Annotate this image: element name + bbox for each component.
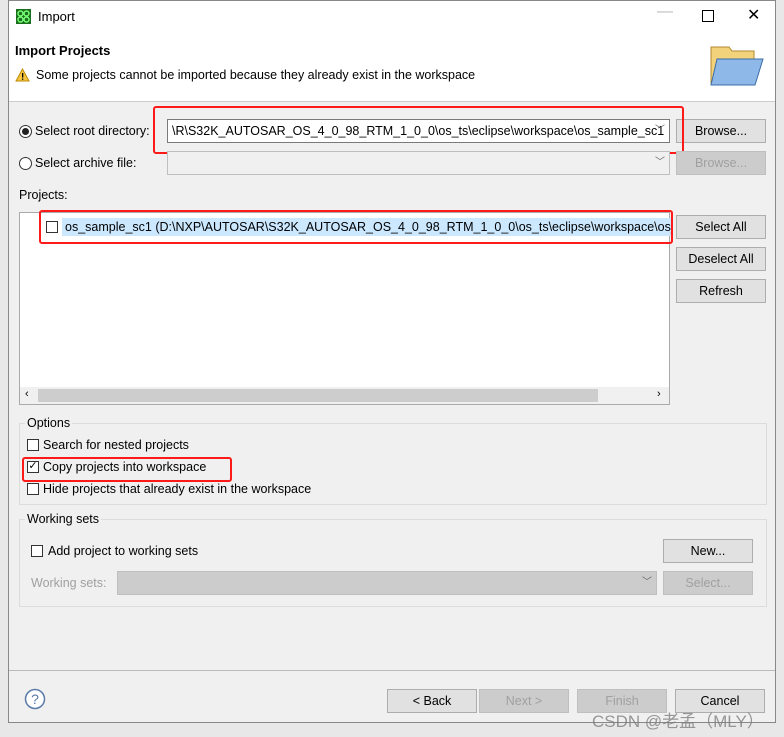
horizontal-scrollbar[interactable]: ‹ › xyxy=(20,387,669,404)
archive-file-radio[interactable] xyxy=(19,157,32,170)
root-directory-radio[interactable] xyxy=(19,125,32,138)
close-button[interactable]: ✕ xyxy=(747,5,760,25)
add-working-sets-label: Add project to working sets xyxy=(48,544,199,558)
browse-archive-button[interactable]: Browse... xyxy=(676,151,766,175)
select-working-sets-button[interactable]: Select... xyxy=(663,571,753,595)
options-label: Options xyxy=(25,416,73,430)
import-dialog: Import — ✕ Import Projects Some projects… xyxy=(8,0,776,723)
dialog-header: Import — ✕ Import Projects Some projects… xyxy=(9,1,775,102)
watermark: CSDN @老孟（MLY） xyxy=(592,712,764,731)
scroll-right-icon[interactable]: › xyxy=(657,388,661,400)
scroll-left-icon[interactable]: ‹ xyxy=(25,388,29,400)
nested-projects-label: Search for nested projects xyxy=(43,438,189,452)
chevron-down-icon: ﹀ xyxy=(642,577,652,588)
minimize-button[interactable]: — xyxy=(657,3,673,21)
page-title: Import Projects xyxy=(15,43,111,58)
deselect-all-button[interactable]: Deselect All xyxy=(676,247,766,271)
svg-text:?: ? xyxy=(31,691,39,707)
next-button[interactable]: Next > xyxy=(479,689,569,713)
new-working-set-button[interactable]: New... xyxy=(663,539,753,563)
working-sets-label: Working sets xyxy=(25,512,102,526)
root-directory-label: Select root directory: xyxy=(35,124,150,138)
projects-label: Projects: xyxy=(19,188,68,202)
working-sets-combo[interactable]: ﹀ xyxy=(117,571,657,595)
nested-projects-checkbox[interactable] xyxy=(27,439,39,451)
archive-file-combo[interactable]: ﹀ xyxy=(167,151,670,175)
window-title: Import xyxy=(38,9,75,24)
app-icon xyxy=(16,9,31,24)
warning-icon xyxy=(15,68,30,82)
hide-projects-label: Hide projects that already exist in the … xyxy=(43,482,312,496)
working-sets-field-label: Working sets: xyxy=(31,576,107,590)
footer-divider xyxy=(9,670,775,671)
select-all-button[interactable]: Select All xyxy=(676,215,766,239)
refresh-button[interactable]: Refresh xyxy=(676,279,766,303)
browse-directory-button[interactable]: Browse... xyxy=(676,119,766,143)
back-button[interactable]: < Back xyxy=(387,689,477,713)
scrollbar-thumb[interactable] xyxy=(38,389,598,402)
add-working-sets-checkbox[interactable] xyxy=(31,545,43,557)
folder-icon xyxy=(710,46,764,86)
chevron-down-icon: ﹀ xyxy=(655,157,665,168)
highlight-box-directory xyxy=(153,106,684,154)
warning-message: Some projects cannot be imported because… xyxy=(36,68,476,82)
help-icon[interactable]: ? xyxy=(24,688,46,710)
highlight-box-project xyxy=(39,210,673,244)
maximize-button[interactable] xyxy=(702,10,714,22)
archive-file-label: Select archive file: xyxy=(35,156,137,170)
hide-projects-checkbox[interactable] xyxy=(27,483,39,495)
highlight-box-copy xyxy=(22,457,232,482)
